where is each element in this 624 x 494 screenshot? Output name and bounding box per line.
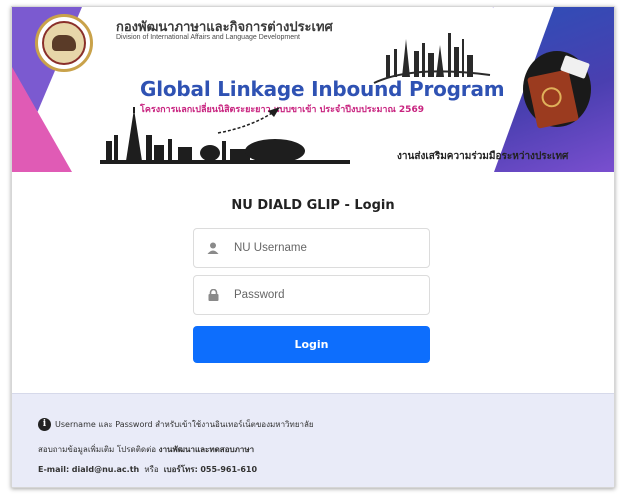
skyline-image — [373, 33, 491, 84]
email-label: E-mail: — [38, 465, 70, 474]
username-input[interactable] — [232, 241, 429, 255]
world-landmarks-image — [100, 107, 350, 164]
phone-label: เบอร์โทร: — [163, 465, 198, 474]
banner-decoration-left-pink — [12, 67, 72, 172]
password-input[interactable] — [232, 288, 429, 302]
password-field-wrapper — [193, 275, 430, 315]
footer-line-contact: สอบถามข้อมูลเพิ่มเติม โปรดติดต่อ งานพัฒน… — [38, 443, 254, 456]
passport-image — [523, 51, 591, 129]
email-link[interactable]: diald@nu.ac.th — [72, 465, 139, 474]
contact-note: สอบถามข้อมูลเพิ่มเติม โปรดติดต่อ — [38, 445, 157, 454]
info-icon: i — [38, 418, 51, 431]
credentials-note: Username และ Password สำหรับเข้าใช้งานอิ… — [55, 420, 314, 429]
login-card: กองพัฒนาภาษาและกิจการต่างประเทศ Division… — [11, 6, 615, 488]
header-banner: กองพัฒนาภาษาและกิจการต่างประเทศ Division… — [12, 7, 614, 172]
footer-line-email-phone: E-mail: diald@nu.ac.th หรือ เบอร์โทร: 05… — [38, 463, 257, 476]
university-seal-icon — [35, 14, 93, 72]
info-footer: i Username และ Password สำหรับเข้าใช้งานอ… — [12, 393, 614, 487]
lock-icon — [194, 289, 232, 301]
login-button[interactable]: Login — [193, 326, 430, 363]
user-icon — [194, 242, 232, 254]
page-title: NU DIALD GLIP - Login — [231, 198, 395, 213]
username-field-wrapper — [193, 228, 430, 268]
contact-unit: งานพัฒนาและทดสอบภาษา — [158, 445, 255, 454]
org-name-english: Division of International Affairs and La… — [116, 34, 300, 41]
program-title: Global Linkage Inbound Program — [140, 77, 505, 101]
or-text: หรือ — [144, 465, 159, 474]
phone-number: 055-961-610 — [200, 465, 258, 474]
banner-tagline: งานส่งเสริมความร่วมมือระหว่างประเทศ — [397, 151, 569, 162]
footer-line-credentials: i Username และ Password สำหรับเข้าใช้งานอ… — [38, 418, 314, 431]
